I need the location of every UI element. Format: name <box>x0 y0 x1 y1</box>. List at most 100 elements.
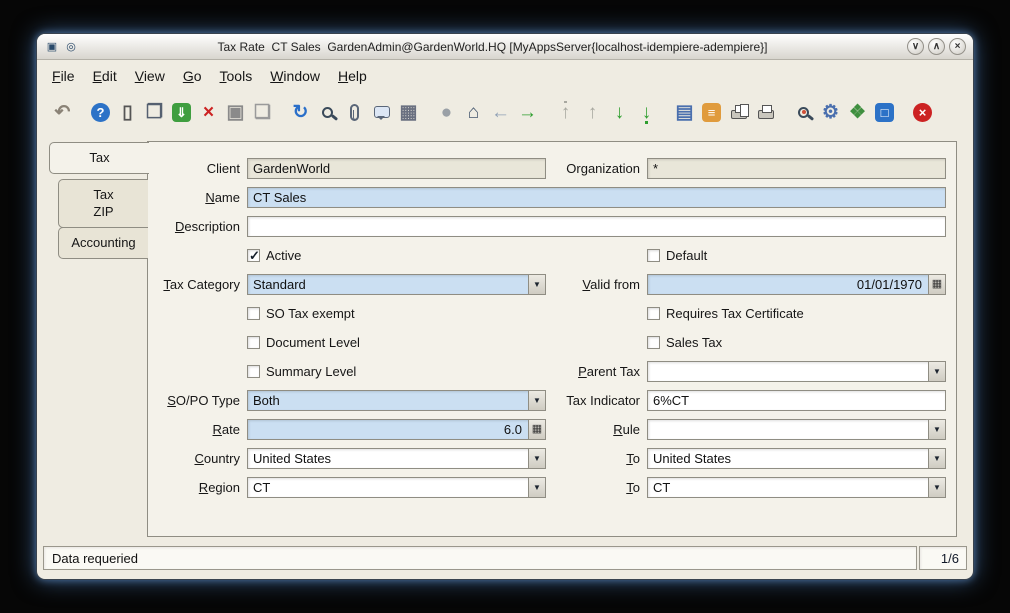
tax-category-dropdown-button[interactable]: ▼ <box>528 275 545 294</box>
sales-tax-label: Sales Tax <box>666 335 722 350</box>
organization-field: * <box>647 158 946 179</box>
description-field[interactable] <box>247 216 946 237</box>
window-menu-icon[interactable]: ▣ <box>44 39 60 55</box>
sales-tax-checkbox[interactable] <box>647 336 660 349</box>
undo-icon[interactable]: ↶ <box>49 98 76 126</box>
rule-dropdown-button[interactable]: ▼ <box>928 420 945 439</box>
app-window: ▣ ◎ Tax Rate CT Sales GardenAdmin@Garden… <box>36 33 974 580</box>
menubar: FileEditViewGoToolsWindowHelp <box>37 60 973 92</box>
tab-tax[interactable]: Tax <box>49 142 149 174</box>
parent-tax-dropdown-button[interactable]: ▼ <box>928 362 945 381</box>
chevron-up-icon: ∧ <box>933 42 940 52</box>
print-icon[interactable] <box>752 98 779 126</box>
sopo-type-field[interactable]: Both ▼ <box>247 390 546 411</box>
export-icon[interactable]: ⇓ <box>168 98 195 126</box>
titlebar[interactable]: ▣ ◎ Tax Rate CT Sales GardenAdmin@Garden… <box>37 34 973 60</box>
region-dropdown-button[interactable]: ▼ <box>528 478 545 497</box>
print-preview-icon[interactable] <box>725 98 752 126</box>
detail-record-icon[interactable]: → <box>514 98 541 126</box>
parent-record-icon[interactable]: ← <box>487 98 514 126</box>
chevron-down-icon: ▼ <box>933 455 941 463</box>
valid-from-label: Valid from <box>550 277 647 292</box>
to-region-dropdown-button[interactable]: ▼ <box>928 478 945 497</box>
rule-label: Rule <box>550 422 647 437</box>
tab-tax-zip[interactable]: Tax ZIP <box>58 179 148 228</box>
tax-category-field[interactable]: Standard ▼ <box>247 274 546 295</box>
so-tax-exempt-label: SO Tax exempt <box>266 306 355 321</box>
screen: ▣ ◎ Tax Rate CT Sales GardenAdmin@Garden… <box>0 0 1010 613</box>
valid-from-field[interactable]: 01/01/1970 ▦ <box>647 274 946 295</box>
refresh-icon[interactable]: ↻ <box>287 98 314 126</box>
first-record-icon[interactable]: ↑ <box>552 98 579 126</box>
region-field[interactable]: CT ▼ <box>247 477 546 498</box>
new-record-icon[interactable]: ▯ <box>114 98 141 126</box>
name-label: Name <box>150 190 247 205</box>
country-field[interactable]: United States ▼ <box>247 448 546 469</box>
statusbar: Data requeried 1/6 <box>43 546 967 570</box>
help-icon[interactable]: ? <box>87 98 114 126</box>
chevron-down-icon: ▼ <box>533 455 541 463</box>
workflow-icon[interactable]: ⚙ <box>817 98 844 126</box>
menu-view[interactable]: View <box>126 64 174 88</box>
to-country-field[interactable]: United States ▼ <box>647 448 946 469</box>
menu-tools[interactable]: Tools <box>211 64 262 88</box>
tax-indicator-field[interactable]: 6%CT <box>647 390 946 411</box>
save-icon[interactable]: ▣ <box>222 98 249 126</box>
find-icon[interactable] <box>314 98 341 126</box>
status-message: Data requeried <box>43 546 917 570</box>
active-label: Active <box>266 248 301 263</box>
content: TaxTax ZIPAccounting Client GardenWorld … <box>37 132 973 548</box>
chevron-down-icon: ▼ <box>933 368 941 376</box>
minimize-button[interactable]: ∨ <box>907 38 924 55</box>
tax-indicator-label: Tax Indicator <box>550 393 647 408</box>
menu-help[interactable]: Help <box>329 64 376 88</box>
close-button[interactable]: × <box>949 38 966 55</box>
attachment-icon[interactable] <box>341 98 368 126</box>
copy-record-icon[interactable]: ❐ <box>141 98 168 126</box>
description-label: Description <box>150 219 247 234</box>
record-indicator: 1/6 <box>919 546 967 570</box>
product-info-icon[interactable]: □ <box>871 98 898 126</box>
so-tax-exempt-checkbox[interactable] <box>247 307 260 320</box>
maximize-button[interactable]: ∧ <box>928 38 945 55</box>
calendar-button[interactable]: ▦ <box>928 275 945 294</box>
active-checkbox[interactable] <box>247 249 260 262</box>
to-country-label: To <box>550 451 647 466</box>
home-icon[interactable]: ⌂ <box>460 98 487 126</box>
rule-field[interactable]: ▼ <box>647 419 946 440</box>
menu-go[interactable]: Go <box>174 64 211 88</box>
previous-record-icon[interactable]: ↑ <box>579 98 606 126</box>
chat-icon[interactable] <box>368 98 395 126</box>
default-label: Default <box>666 248 707 263</box>
grid-toggle-icon[interactable]: ▦ <box>395 98 422 126</box>
rate-field[interactable]: 6.0 ▦ <box>247 419 546 440</box>
workflow-activities-icon[interactable]: ❖ <box>844 98 871 126</box>
menu-edit[interactable]: Edit <box>84 64 126 88</box>
calculator-button[interactable]: ▦ <box>528 420 545 439</box>
to-region-field[interactable]: CT ▼ <box>647 477 946 498</box>
menu-file[interactable]: File <box>43 64 84 88</box>
tab-strip: Tax Tax ZIPAccounting <box>49 142 148 259</box>
end-window-icon[interactable]: × <box>909 98 936 126</box>
last-record-icon[interactable]: ↓ <box>633 98 660 126</box>
to-country-dropdown-button[interactable]: ▼ <box>928 449 945 468</box>
default-checkbox[interactable] <box>647 249 660 262</box>
next-record-icon[interactable]: ↓ <box>606 98 633 126</box>
document-level-checkbox[interactable] <box>247 336 260 349</box>
lock-icon[interactable]: ● <box>433 98 460 126</box>
archive-icon[interactable]: ≡ <box>698 98 725 126</box>
summary-level-checkbox[interactable] <box>247 365 260 378</box>
summary-level-label: Summary Level <box>266 364 356 379</box>
requires-tax-certificate-checkbox[interactable] <box>647 307 660 320</box>
save-create-icon[interactable]: ❏ <box>249 98 276 126</box>
tab-accounting[interactable]: Accounting <box>58 227 148 259</box>
menu-window[interactable]: Window <box>261 64 329 88</box>
report-icon[interactable]: ▤ <box>671 98 698 126</box>
delete-record-icon[interactable]: × <box>195 98 222 126</box>
parent-tax-field[interactable]: ▼ <box>647 361 946 382</box>
zoom-across-icon[interactable] <box>790 98 817 126</box>
sopo-type-dropdown-button[interactable]: ▼ <box>528 391 545 410</box>
country-dropdown-button[interactable]: ▼ <box>528 449 545 468</box>
name-field[interactable]: CT Sales <box>247 187 946 208</box>
pin-icon[interactable]: ◎ <box>63 39 79 55</box>
